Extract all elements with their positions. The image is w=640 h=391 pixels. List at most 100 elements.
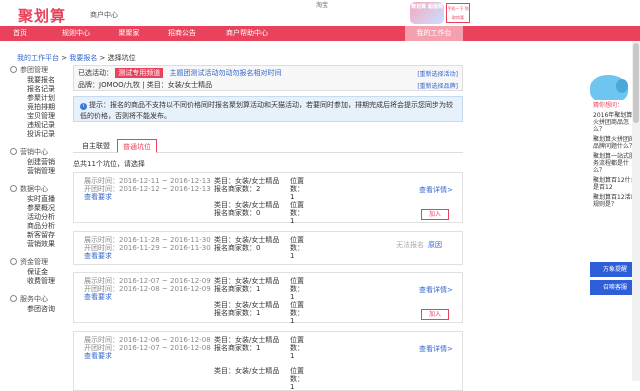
top-header: 聚划算 商户中心 淘宝 聚划算 超值网 手机一下 领取惊喜 — [0, 0, 640, 26]
sub-category: 类目：女装/女士精品 — [214, 277, 280, 285]
sub-category: 类目：女装/女士精品 — [214, 301, 280, 309]
sidebar-group-data: 数据中心 实时直播 参聚概况 活动分析 商品分析 新客留存 营销效果 — [8, 184, 70, 249]
sidebar-item-auction[interactable]: 竞拍排期 — [8, 103, 70, 112]
sidebar-item-items[interactable]: 宝贝管理 — [8, 112, 70, 121]
promo-qr[interactable]: 手机一下 领取惊喜 — [446, 3, 470, 23]
open-time: 开团时间：2016-12-08 ~ 2016-12-09 — [84, 285, 211, 293]
sub-positions: 位置数：1 — [290, 301, 304, 325]
sub-positions: 位置数：1 — [290, 367, 304, 391]
sidebar-item-create-marketing[interactable]: 创建营销 — [8, 158, 70, 167]
sidebar-item-retention[interactable]: 新客留存 — [8, 231, 70, 240]
view-requirements-link[interactable]: 查看要求 — [84, 293, 211, 301]
join-button[interactable]: 加入 — [421, 309, 449, 320]
sidebar-item-consult[interactable]: 参团咨询 — [8, 305, 70, 314]
open-time: 开团时间：2016-12-12 ~ 2016-12-13 — [84, 185, 211, 193]
reason-link[interactable]: 原因 — [428, 241, 442, 249]
scrollbar-thumb[interactable] — [633, 43, 639, 123]
sidebar-item-overview[interactable]: 参聚概况 — [8, 204, 70, 213]
sidebar-item-marketing-effect[interactable]: 营销效果 — [8, 240, 70, 249]
sidebar-item-deposit[interactable]: 保证金 — [8, 268, 70, 277]
scrollbar[interactable] — [632, 41, 640, 381]
faq-item[interactable]: 聚划算百12活动规则是？ — [593, 194, 637, 208]
faq-item[interactable]: 聚划算一站式服务流程都是什么？ — [593, 153, 637, 174]
sidebar-item-marketing-manage[interactable]: 营销管理 — [8, 167, 70, 176]
sidebar-group-service: 服务中心 参团咨询 — [8, 294, 70, 314]
channel-tag: 测试专用频道 — [115, 68, 164, 78]
info-icon: i — [80, 103, 87, 110]
nav-jujujia[interactable]: 聚聚家 — [108, 26, 150, 41]
nav-rules[interactable]: 规则中心 — [52, 26, 100, 41]
nav-my-workbench[interactable]: 我的工作台 — [405, 26, 463, 41]
sidebar-item-violations[interactable]: 违规记录 — [8, 121, 70, 130]
logo[interactable]: 聚划算 — [18, 5, 66, 26]
main-nav: 首页 规则中心 聚聚家 招商公告 商户帮助中心 我的工作台 — [0, 26, 640, 41]
sidebar-group-participation: 参团管理 我要报名 报名记录 参聚计划 竞拍排期 宝贝管理 违规记录 投诉记录 — [8, 65, 70, 139]
tip-box: i 提示：报名的商品不支持以不同价格同时报名聚划算活动和天猫活动，若要同时参加，排… — [73, 96, 463, 122]
cannot-signup-label: 无法报名 — [396, 241, 424, 249]
sidebar-item-product-analysis[interactable]: 商品分析 — [8, 222, 70, 231]
group-icon — [10, 295, 17, 302]
faq-item[interactable]: 聚划算火拼团的品牌问题什么？ — [593, 136, 637, 150]
main-content: 已选活动： 测试专用频道 主题团测试活动勿动勿报名相对时间 [重新选择活动] 品… — [73, 65, 463, 391]
sidebar-group-marketing: 营销中心 创建营销 营销管理 — [8, 147, 70, 176]
promo-badge[interactable]: 聚划算 超值网 — [410, 2, 444, 24]
faq-item[interactable]: 聚划算百12什么是百12 — [593, 177, 637, 191]
sidebar-group-title: 参团管理 — [20, 66, 48, 74]
selected-activity-label: 已选活动： — [78, 69, 113, 77]
slot-total: 总共11个坑位，请选择 — [73, 160, 145, 168]
sub-category: 类目：女装/女士精品 — [214, 177, 280, 185]
sidebar-item-signup[interactable]: 我要报名 — [8, 76, 70, 85]
nav-help-center[interactable]: 商户帮助中心 — [212, 26, 282, 41]
slot-sub: 类目：女装/女士精品 位置数：1 报名商家数：1 — [214, 336, 304, 360]
breadcrumb-workbench[interactable]: 我的工作平台 — [17, 54, 59, 62]
slot-card: 展示时间：2016-12-07 ~ 2016-12-09 开团时间：2016-1… — [73, 272, 463, 325]
join-button[interactable]: 加入 — [421, 209, 449, 220]
sidebar-item-plan[interactable]: 参聚计划 — [8, 94, 70, 103]
open-time: 开团时间：2016-11-29 ~ 2016-11-30 — [84, 244, 211, 252]
sidebar-item-live[interactable]: 实时直播 — [8, 195, 70, 204]
show-time: 展示时间：2016-12-07 ~ 2016-12-09 — [84, 277, 211, 285]
reselect-brand-link[interactable]: [重新选择品牌] — [417, 81, 458, 90]
view-requirements-link[interactable]: 查看要求 — [84, 352, 211, 360]
mascot-elephant-icon — [590, 75, 628, 103]
selection-info: 已选活动： 测试专用频道 主题团测试活动勿动勿报名相对时间 [重新选择活动] 品… — [73, 65, 463, 91]
sidebar-item-fees[interactable]: 收费管理 — [8, 277, 70, 286]
sidebar-group-title: 营销中心 — [20, 148, 48, 156]
sub-merchant-count: 报名商家数：0 — [214, 209, 261, 217]
sub-merchant-count: 报名商家数：1 — [214, 309, 261, 317]
activity-link[interactable]: 主题团测试活动勿动勿报名相对时间 — [169, 69, 281, 77]
view-details-link[interactable]: 查看详情> — [419, 185, 453, 195]
slot-card: 展示时间：2016-12-11 ~ 2016-12-13 开团时间：2016-1… — [73, 172, 463, 225]
breadcrumb: 我的工作平台 > 我要报名 > 选择坑位 — [17, 53, 136, 63]
sidebar-group-title: 数据中心 — [20, 185, 48, 193]
sub-category: 类目：女装/女士精品 — [214, 367, 280, 375]
slot-sub: 类目：女装/女士精品 位置数：1 报名商家数：2 — [214, 177, 304, 201]
reselect-activity-link[interactable]: [重新选择活动] — [417, 69, 458, 78]
sub-category: 类目：女装/女士精品 — [214, 201, 280, 209]
brand-category-line: 品牌：JOMOO/九牧 | 类目：女装/女士精品 — [78, 81, 213, 89]
taobao-label: 淘宝 — [316, 2, 329, 9]
breadcrumb-signup[interactable]: 我要报名 — [69, 54, 97, 62]
view-requirements-link[interactable]: 查看要求 — [84, 193, 211, 201]
sub-merchant-count: 报名商家数：1 — [214, 344, 261, 352]
view-details-link[interactable]: 查看详情> — [419, 344, 453, 354]
logo-subtitle: 商户中心 — [90, 11, 118, 19]
sub-merchant-count: 报名商家数：2 — [214, 185, 261, 193]
sidebar-item-activity-analysis[interactable]: 活动分析 — [8, 213, 70, 222]
view-details-link[interactable]: 查看详情> — [419, 285, 453, 295]
faq-item[interactable]: 2016年聚划算火拼团商品怎么？ — [593, 112, 637, 133]
sub-positions: 位置数：1 — [290, 336, 304, 360]
nav-announcement[interactable]: 招商公告 — [158, 26, 206, 41]
slot-sub: 类目：女装/女士精品 位置数：1 报名商家数：1 — [214, 301, 304, 325]
sidebar-item-complaints[interactable]: 投诉记录 — [8, 130, 70, 139]
group-icon — [10, 148, 17, 155]
nav-home[interactable]: 首页 — [0, 26, 40, 41]
breadcrumb-sep: > — [59, 54, 70, 62]
breadcrumb-current: > 选择坑位 — [97, 54, 136, 62]
tab-self-alliance[interactable]: 自主联盟 — [77, 139, 115, 153]
sidebar-item-signup-records[interactable]: 报名记录 — [8, 85, 70, 94]
sidebar-group-funds: 资金管理 保证金 收费管理 — [8, 257, 70, 286]
view-requirements-link[interactable]: 查看要求 — [84, 252, 211, 260]
tab-normal-slot[interactable]: 普通坑位 — [117, 139, 157, 153]
sidebar-group-title: 资金管理 — [20, 258, 48, 266]
